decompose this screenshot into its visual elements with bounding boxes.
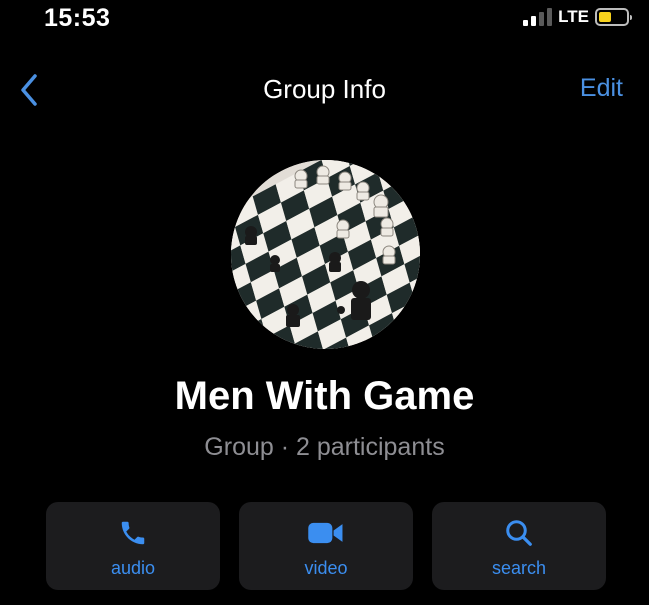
battery-fill: [599, 12, 611, 22]
chessboard-square: [401, 160, 420, 179]
search-label: search: [491, 558, 547, 578]
chessboard-square: [411, 184, 420, 216]
video-camera-icon: [307, 516, 345, 550]
page-title: Group Info: [263, 74, 386, 104]
chessboard-square: [378, 160, 407, 191]
video-call-button[interactable]: video: [239, 502, 413, 590]
chessboard-square: [231, 312, 239, 344]
search-icon: [504, 516, 534, 550]
audio-label: audio: [110, 558, 156, 578]
group-info-screen: 15:53 LTE Group Info Edit Men With Game …: [0, 0, 649, 605]
signal-icon: [523, 8, 553, 26]
chessboard-square: [231, 331, 244, 349]
chessboard-square: [416, 202, 420, 234]
battery-icon: [595, 8, 632, 26]
video-label: video: [304, 558, 348, 578]
chessboard-photo: [231, 160, 420, 349]
edit-button[interactable]: Edit: [580, 74, 623, 103]
chessboard-square: [243, 337, 272, 349]
action-row: audio video search: [46, 502, 606, 590]
status-indicators: LTE: [523, 6, 632, 28]
chessboard-square: [372, 160, 402, 173]
group-name: Men With Game: [174, 374, 475, 418]
search-button[interactable]: search: [432, 502, 606, 590]
group-subtitle: Group · 2 participants: [204, 433, 445, 461]
chessboard-square: [238, 319, 267, 349]
chessboard-square: [414, 288, 420, 320]
phone-icon: [118, 516, 148, 550]
group-avatar[interactable]: [231, 160, 420, 349]
audio-call-button[interactable]: audio: [46, 502, 220, 590]
network-label: LTE: [558, 7, 589, 26]
chessboard-square: [406, 166, 420, 197]
status-time: 15:53: [44, 4, 111, 32]
chessboard-square: [231, 294, 234, 326]
